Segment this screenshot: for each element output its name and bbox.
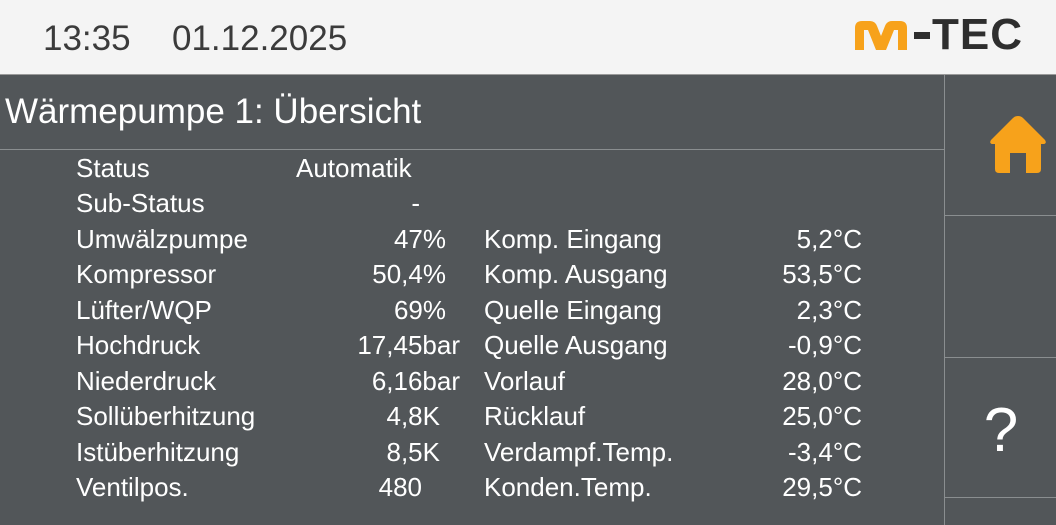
param-value: 480	[378, 472, 422, 502]
temp-label: Verdampf.Temp.	[484, 437, 674, 467]
status-label: Status	[76, 153, 150, 183]
temp-value: 2,3°C	[796, 295, 862, 325]
param-value: 50,4%	[372, 259, 446, 289]
home-button[interactable]	[945, 75, 1056, 215]
home-icon	[990, 116, 1046, 173]
sidebar-empty-slot	[945, 216, 1056, 356]
substatus-value: -	[411, 188, 420, 218]
status-value: Automatik	[296, 153, 412, 183]
temp-label: Quelle Ausgang	[484, 330, 668, 360]
sidebar-divider	[945, 497, 1056, 498]
temp-value: 53,5°C	[782, 259, 862, 289]
title-divider	[0, 149, 944, 150]
help-icon: ?	[983, 396, 1019, 465]
substatus-label: Sub-Status	[76, 188, 205, 218]
temp-label: Komp. Ausgang	[484, 259, 668, 289]
param-label: Kompressor	[76, 259, 217, 289]
temp-label: Quelle Eingang	[484, 295, 662, 325]
param-value: 8,5K	[386, 437, 441, 467]
temp-value: 29,5°C	[782, 472, 862, 502]
clock-time: 13:35	[43, 19, 131, 58]
m-tec-logo: TEC	[852, 12, 1036, 58]
temp-label: Komp. Eingang	[484, 224, 662, 254]
temp-value: 5,2°C	[796, 224, 862, 254]
temp-value: 28,0°C	[782, 366, 862, 396]
param-value: 6,16bar	[371, 366, 460, 396]
temp-value: -0,9°C	[788, 330, 862, 360]
page-title: Wärmepumpe 1: Übersicht	[5, 92, 422, 131]
param-value: 4,8K	[386, 401, 441, 431]
logo-m-mark	[855, 21, 907, 50]
param-label: Istüberhitzung	[76, 437, 240, 467]
temp-value: 25,0°C	[782, 401, 862, 431]
top-bar: 13:35 01.12.2025 TEC	[0, 0, 1056, 75]
clock-date: 01.12.2025	[172, 19, 348, 58]
param-label: Ventilpos.	[76, 472, 189, 502]
param-label: Hochdruck	[76, 330, 201, 360]
logo-dash	[914, 32, 930, 39]
param-label: Lüfter/WQP	[76, 295, 212, 325]
param-value: 69%	[393, 295, 446, 325]
right-sidebar: ?	[944, 75, 1056, 525]
param-label: Sollüberhitzung	[76, 401, 256, 431]
temp-value: -3,4°C	[788, 437, 862, 467]
param-value: 17,45bar	[357, 330, 460, 360]
temp-label: Konden.Temp.	[484, 472, 652, 502]
temp-label: Rücklauf	[484, 401, 586, 431]
param-label: Niederdruck	[76, 366, 217, 396]
help-button[interactable]: ?	[945, 358, 1056, 497]
param-label: Umwälzpumpe	[76, 224, 248, 254]
param-value: 47%	[393, 224, 446, 254]
temp-label: Vorlauf	[484, 366, 565, 396]
logo-text: TEC	[932, 10, 1023, 59]
